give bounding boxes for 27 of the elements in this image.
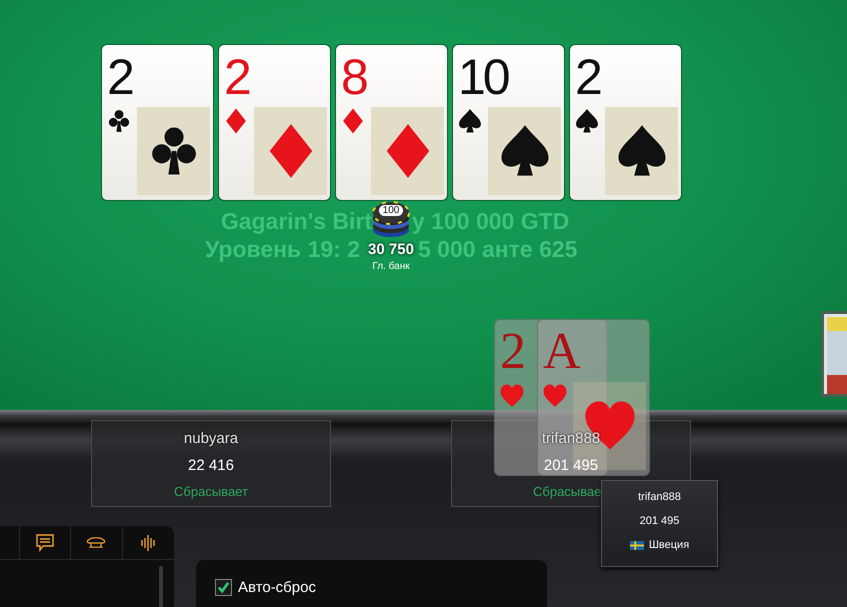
player-action: Сбрасывае [533, 484, 602, 499]
card-rank: A [543, 322, 581, 382]
player-stack: 201 495 [544, 457, 598, 474]
player-name: nubyara [184, 430, 238, 447]
country-name: Швеция [648, 539, 690, 551]
chip-value: 100 [379, 205, 403, 216]
card-rank: 2 [107, 48, 132, 107]
card-rank: 2 [500, 322, 526, 382]
player-stack: 22 416 [188, 457, 234, 474]
player-stack: 201 495 [640, 515, 680, 527]
player-name: trifan888 [638, 491, 681, 503]
chat-icon [34, 532, 55, 552]
card-rank: 8 [341, 48, 366, 107]
card-rank: 10 [458, 48, 508, 107]
player-name: trifan888 [542, 430, 600, 447]
flag-icon [630, 540, 644, 550]
pot-label: Гл. банк [371, 261, 411, 272]
card-rank: 2 [224, 48, 249, 107]
checkbox-label: Авто-сброс [238, 579, 316, 596]
spade-icon [457, 107, 483, 135]
scrollbar[interactable] [159, 566, 163, 607]
spade-icon [574, 107, 600, 135]
card-rank: 2 [575, 48, 600, 107]
pot-amount: 30 750 [367, 241, 415, 258]
club-icon [106, 107, 132, 135]
player-action: Сбрасывает [174, 484, 248, 499]
checkbox[interactable] [215, 579, 232, 596]
